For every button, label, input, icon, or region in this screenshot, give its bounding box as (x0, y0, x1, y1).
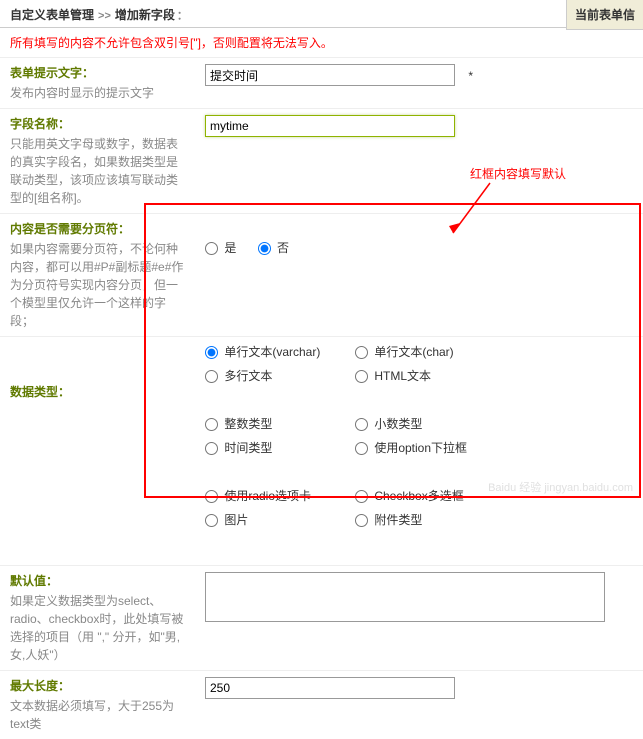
paging-radio-group: 是 否 (205, 238, 633, 257)
current-form-tab[interactable]: 当前表单信 (566, 0, 643, 30)
dtype-option-1[interactable]: 单行文本(char) (355, 343, 505, 361)
field-dtype-title: 数据类型： (10, 383, 185, 401)
dtype-option-0[interactable]: 单行文本(varchar) (205, 343, 355, 361)
watermark: Baidu 经验 jingyan.baidu.com (488, 479, 633, 495)
dtype-option-7[interactable]: 小数类型 (355, 415, 505, 433)
required-mark: * (468, 69, 473, 83)
field-maxlen-title: 最大长度： (10, 677, 185, 695)
field-name-title: 字段名称： (10, 115, 185, 133)
field-name-desc: 只能用英文字母或数字，数据表的真实字段名，如果数据类型是联动类型，该项应该填写联… (10, 137, 178, 205)
paging-no[interactable]: 否 (258, 239, 289, 257)
dtype-option-15[interactable]: 附件类型 (355, 511, 505, 529)
name-input[interactable] (205, 115, 455, 137)
field-paging-desc: 如果内容需要分页符，不论何种内容，都可以用#P#副标题#e#作为分页符号实现内容… (10, 242, 183, 328)
maxlen-input[interactable] (205, 677, 455, 699)
dtype-option-3[interactable]: HTML文本 (355, 367, 505, 385)
hint-input[interactable] (205, 64, 455, 86)
dtype-option-13[interactable]: Checkbox多选框 (355, 487, 505, 505)
dtype-option-2[interactable]: 多行文本 (205, 367, 355, 385)
dtype-option-6[interactable]: 整数类型 (205, 415, 355, 433)
annotation-text: 红框内容填写默认 (470, 165, 566, 182)
field-hint-desc: 发布内容时显示的提示文字 (10, 86, 154, 100)
breadcrumb: 自定义表单管理>>增加新字段： (10, 8, 188, 22)
field-maxlen-desc: 文本数据必须填写，大于255为text类 (10, 699, 174, 731)
dtype-option-9[interactable]: 使用option下拉框 (355, 439, 505, 457)
dtype-option-12[interactable]: 使用radio选项卡 (205, 487, 355, 505)
dtype-radio-group: 单行文本(varchar) 单行文本(char) 多行文本 HTML文本 整数类… (205, 343, 633, 559)
field-default-desc: 如果定义数据类型为select、radio、checkbox时，此处填写被选择的… (10, 594, 183, 662)
paging-yes[interactable]: 是 (205, 239, 236, 257)
dtype-option-14[interactable]: 图片 (205, 511, 355, 529)
default-textarea[interactable] (205, 572, 605, 622)
field-default-title: 默认值： (10, 572, 185, 590)
dtype-option-8[interactable]: 时间类型 (205, 439, 355, 457)
field-paging-title: 内容是否需要分页符： (10, 220, 185, 238)
field-hint-title: 表单提示文字： (10, 64, 185, 82)
warning-text: 所有填写的内容不允许包含双引号["]，否则配置将无法写入。 (0, 28, 643, 57)
